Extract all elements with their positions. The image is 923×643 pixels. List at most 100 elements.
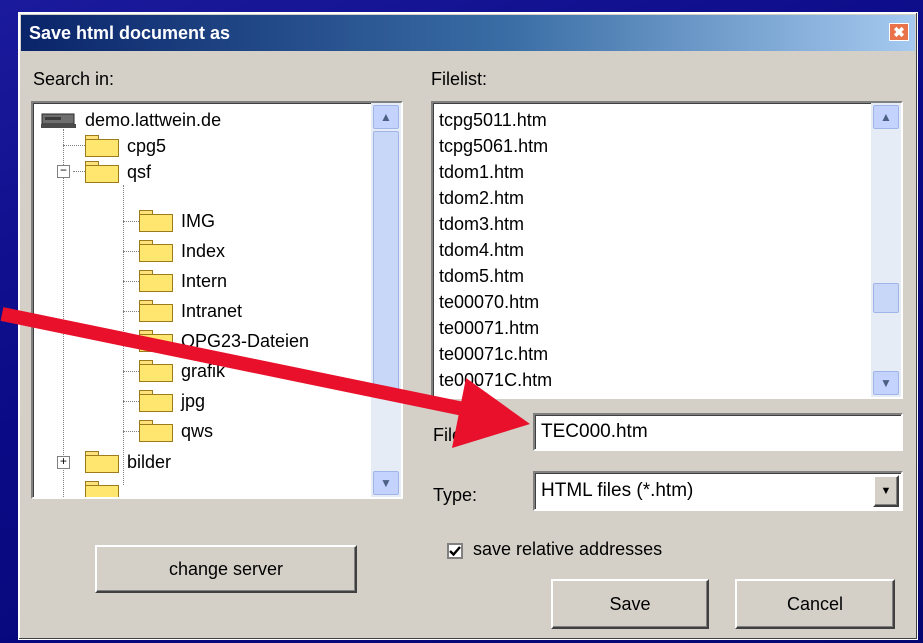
tree-line [123,431,139,432]
list-item[interactable]: tcpg5061.htm [439,133,548,159]
tree-item-qws[interactable]: qws [139,418,213,444]
save-label: Save [609,593,651,614]
tree-item-img[interactable]: IMG [139,208,215,234]
file-label: File: [433,425,468,445]
list-item[interactable]: te00071.htm [439,315,539,341]
tree-item-qsf[interactable]: qsf [85,159,151,185]
tree-item-server[interactable]: demo.lattwein.de [41,107,221,133]
tree-line [63,145,85,146]
tree-item-index[interactable]: Index [139,238,225,264]
folder-icon [139,240,173,262]
tree-item-label: jpg [181,390,206,411]
search-in-label: Search in: [33,69,115,89]
relative-addresses-checkbox[interactable] [447,543,463,559]
dropdown-button[interactable]: ▼ [873,475,899,507]
change-server-label: change server [168,558,284,579]
tree-line [123,311,139,312]
tree-item-label: QPG23-Dateien [181,330,310,351]
checkmark-icon [449,546,461,557]
folder-icon [139,330,173,352]
change-server-button[interactable]: change server [95,545,357,593]
folder-icon [85,481,119,497]
chevron-up-icon: ▲ [880,110,892,124]
title-bar: Save html document as ✖ [21,15,915,51]
open-folder-icon [85,161,119,183]
tree-item-label: qws [181,420,214,441]
folder-icon [139,420,173,442]
computer-icon [41,110,77,130]
list-item[interactable]: tcpg5011.htm [439,107,547,133]
file-list[interactable]: tcpg5011.htm tcpg5061.htm tdom1.htm tdom… [431,101,903,399]
file-type-value: HTML files (*.htm) [541,480,694,501]
collapse-icon[interactable]: − [57,165,70,178]
list-item[interactable]: tdom5.htm [439,263,524,289]
folder-tree[interactable]: demo.lattwein.de cpg5 − qsf IMG Index In… [31,101,403,499]
tree-item-bilder[interactable]: bilder [85,449,171,475]
tree-line [123,221,139,222]
scroll-thumb[interactable] [373,131,399,391]
filelist-label: Filelist: [431,69,488,89]
save-button[interactable]: Save [551,579,709,629]
file-name-value: TEC000.htm [541,421,648,442]
tree-item-grafik[interactable]: grafik [139,358,225,384]
tree-line [123,341,139,342]
cancel-button[interactable]: Cancel [735,579,895,629]
chevron-down-icon: ▼ [880,376,892,390]
tree-line [63,129,64,497]
filelist-scrollbar[interactable]: ▲ ▼ [871,103,901,397]
file-name-input[interactable]: TEC000.htm [533,413,903,451]
tree-item-intranet[interactable]: Intranet [139,298,242,324]
tree-item-jpg[interactable]: jpg [139,388,205,414]
list-item[interactable]: tdom4.htm [439,237,524,263]
tree-item-label: Index [181,240,226,261]
folder-icon [139,210,173,232]
folder-icon [139,270,173,292]
tree-item-label: cpg5 [127,135,167,156]
type-label: Type: [433,485,478,505]
chevron-down-icon: ▼ [380,476,392,490]
list-item[interactable]: tdom3.htm [439,211,524,237]
tree-line [123,185,124,485]
tree-item-qpg23[interactable]: QPG23-Dateien [139,328,309,354]
tree-line [123,281,139,282]
scroll-thumb[interactable] [873,283,899,313]
scroll-down-button[interactable]: ▼ [873,371,899,395]
tree-item-label: qsf [127,161,152,182]
folder-icon [85,135,119,157]
chevron-down-icon: ▼ [880,485,892,497]
tree-scrollbar[interactable]: ▲ ▼ [371,103,401,497]
close-button[interactable]: ✖ [889,23,909,41]
list-item[interactable]: te00071C.htm [439,367,552,393]
folder-icon [139,390,173,412]
close-icon: ✖ [893,24,905,40]
expand-icon[interactable]: + [57,456,70,469]
chevron-up-icon: ▲ [380,110,392,124]
tree-line [123,371,139,372]
scroll-up-button[interactable]: ▲ [373,105,399,129]
tree-item-cpg5[interactable]: cpg5 [85,133,166,159]
tree-line [73,171,85,172]
scroll-down-button[interactable]: ▼ [373,471,399,495]
file-type-select[interactable]: HTML files (*.htm) ▼ [533,471,903,511]
tree-line [123,251,139,252]
folder-icon [139,360,173,382]
tree-item-label: Intern [181,270,228,291]
tree-item-label: demo.lattwein.de [85,109,222,130]
tree-item-label: bilder [127,451,172,472]
folder-icon [85,451,119,473]
list-item[interactable]: te00070.htm [439,289,539,315]
tree-item-label: IMG [181,210,215,231]
tree-item-label: grafik [181,360,226,381]
list-item[interactable]: tdom2.htm [439,185,524,211]
save-dialog: Save html document as ✖ Search in: demo.… [18,12,918,640]
folder-icon [139,300,173,322]
dialog-title: Save html document as [29,22,231,43]
tree-item-intern[interactable]: Intern [139,268,227,294]
relative-addresses-label: save relative addresses [473,539,663,559]
tree-line [123,401,139,402]
scroll-up-button[interactable]: ▲ [873,105,899,129]
tree-item-partial[interactable] [85,479,127,497]
tree-item-label: Intranet [181,300,243,321]
list-item[interactable]: tdom1.htm [439,159,524,185]
list-item[interactable]: te00071c.htm [439,341,548,367]
